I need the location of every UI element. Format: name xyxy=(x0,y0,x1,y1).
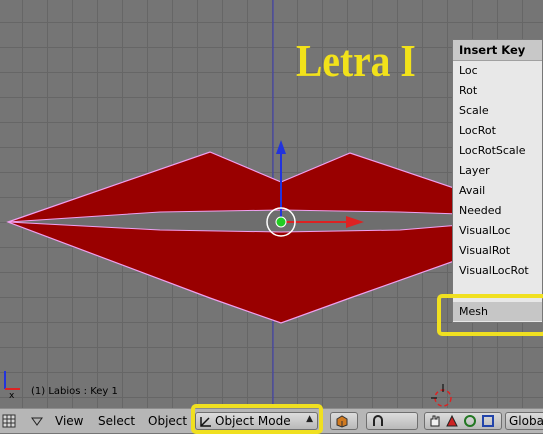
viewport-header: View Select Object Object Mode ▲ Globa xyxy=(0,404,543,434)
mesh-cube-icon xyxy=(336,415,348,428)
rotate-icon xyxy=(464,415,476,427)
menu-item-visualrot[interactable]: VisualRot xyxy=(453,241,542,261)
draw-type-selector[interactable] xyxy=(330,412,358,430)
orientation-selector[interactable]: Global xyxy=(505,412,543,430)
3d-viewport[interactable]: x Letra I (1) Labios : Key 1 Insert Key … xyxy=(0,0,543,408)
orientation-label: Global xyxy=(509,414,543,428)
menu-view[interactable]: View xyxy=(55,414,83,428)
menu-item-visualloc[interactable]: VisualLoc xyxy=(453,221,542,241)
translate-icon xyxy=(446,414,458,427)
letter-caption: Letra I xyxy=(296,35,416,86)
grid-icon[interactable] xyxy=(2,414,18,428)
menu-item-avail[interactable]: Avail xyxy=(453,181,542,201)
menu-item-locrotscale[interactable]: LocRotScale xyxy=(453,141,542,161)
3d-cursor-icon xyxy=(431,384,452,407)
scale-icon xyxy=(482,415,494,427)
menu-item-loc[interactable]: Loc xyxy=(453,61,542,81)
menu-title: Insert Key xyxy=(453,40,542,61)
axis-widget-icon: x xyxy=(4,371,20,401)
hand-icon xyxy=(430,415,440,427)
manipulator-toggles[interactable] xyxy=(424,412,502,430)
triangle-down-icon[interactable] xyxy=(31,417,43,427)
svg-text:x: x xyxy=(9,391,15,401)
mesh-highlight-box xyxy=(437,294,543,336)
menu-select[interactable]: Select xyxy=(98,414,135,428)
snap-selector[interactable] xyxy=(366,412,418,430)
menu-object[interactable]: Object xyxy=(148,414,187,428)
object-origin-icon[interactable] xyxy=(275,216,287,228)
menu-item-layer[interactable]: Layer xyxy=(453,161,542,181)
menu-item-scale[interactable]: Scale xyxy=(453,101,542,121)
object-status-text: (1) Labios : Key 1 xyxy=(31,386,118,397)
menu-item-locrot[interactable]: LocRot xyxy=(453,121,542,141)
insert-key-menu: Insert Key Loc Rot Scale LocRot LocRotSc… xyxy=(452,39,543,323)
menu-item-needed[interactable]: Needed xyxy=(453,201,542,221)
z-arrow-head[interactable] xyxy=(276,140,286,154)
menu-item-visuallocrot[interactable]: VisualLocRot xyxy=(453,261,542,281)
magnet-icon xyxy=(373,415,383,426)
mode-highlight-box xyxy=(191,404,323,434)
menu-item-rot[interactable]: Rot xyxy=(453,81,542,101)
lips-mesh[interactable] xyxy=(6,151,461,324)
